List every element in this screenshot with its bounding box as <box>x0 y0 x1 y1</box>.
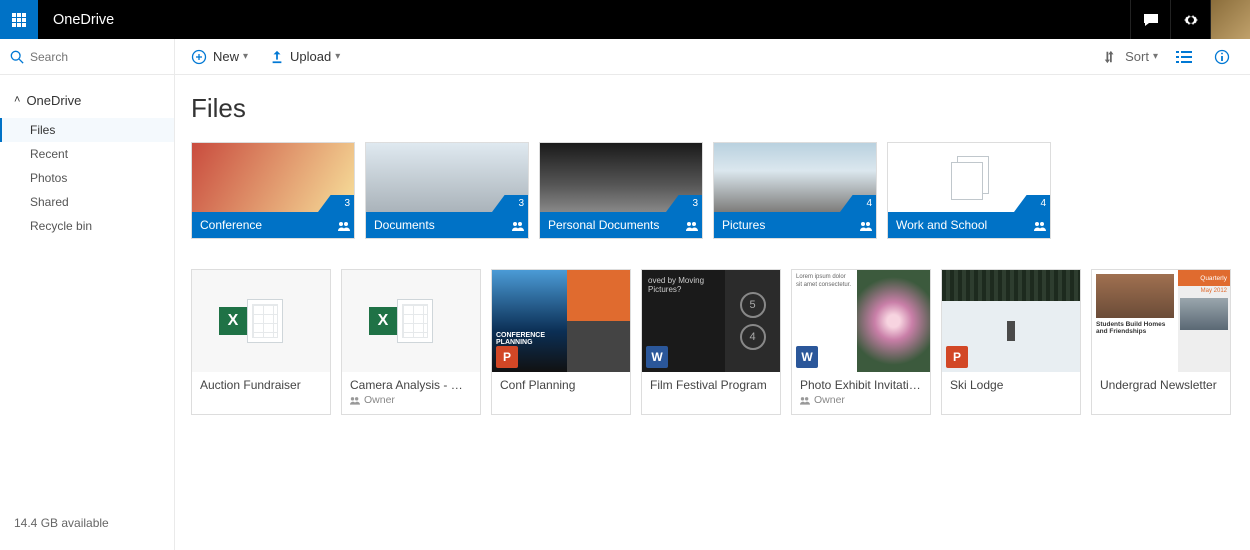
shared-icon <box>686 221 698 234</box>
new-button[interactable]: New ▾ <box>191 49 248 65</box>
sidebar-item-recycle-bin[interactable]: Recycle bin <box>0 214 174 238</box>
word-badge-icon: W <box>796 346 818 368</box>
info-button[interactable] <box>1214 49 1234 65</box>
sidebar-item-label: Recycle bin <box>30 219 92 233</box>
file-tile[interactable]: P Conf Planning <box>491 269 631 415</box>
sidebar-item-photos[interactable]: Photos <box>0 166 174 190</box>
page-title: Files <box>191 93 1234 124</box>
upload-button[interactable]: Upload ▾ <box>270 49 340 64</box>
file-owner: Owner <box>350 394 472 406</box>
folder-tile[interactable]: Work and School4 <box>887 142 1051 239</box>
chevron-down-icon: ▾ <box>335 51 340 62</box>
file-thumbnail: P <box>942 270 1080 372</box>
documents-icon <box>949 156 989 200</box>
shared-icon <box>860 221 872 234</box>
folder-tile[interactable]: Personal Documents3 <box>539 142 703 239</box>
sidebar-item-label: Files <box>30 123 55 137</box>
powerpoint-badge-icon: P <box>496 346 518 368</box>
people-icon <box>350 396 360 405</box>
folder-name: Personal Documents <box>548 218 659 232</box>
file-name: Auction Fundraiser <box>200 378 322 392</box>
chevron-up-icon: ˄ <box>14 94 20 106</box>
sort-label: Sort <box>1125 49 1149 64</box>
folder-name: Conference <box>200 218 262 232</box>
folder-tile[interactable]: Conference3 <box>191 142 355 239</box>
nav-root-onedrive[interactable]: ˄ OneDrive <box>0 87 174 114</box>
sidebar-item-label: Photos <box>30 171 67 185</box>
shared-icon <box>1034 221 1046 234</box>
sidebar-item-label: Shared <box>30 195 69 209</box>
app-launcher-button[interactable] <box>0 0 38 39</box>
sort-icon <box>1103 50 1117 64</box>
chevron-down-icon: ▾ <box>243 51 248 62</box>
file-thumbnail: oved by Moving Pictures?54W <box>642 270 780 372</box>
folder-tile[interactable]: Pictures4 <box>713 142 877 239</box>
file-owner: Owner <box>800 394 922 406</box>
file-tile[interactable]: P Ski Lodge <box>941 269 1081 415</box>
file-tile[interactable]: Students Build Homes and FriendshipsQuar… <box>1091 269 1231 415</box>
file-name: Conf Planning <box>500 378 622 392</box>
excel-icon: X <box>231 291 291 351</box>
sidebar-item-recent[interactable]: Recent <box>0 142 174 166</box>
file-thumbnail: Students Build Homes and FriendshipsQuar… <box>1092 270 1230 372</box>
new-label: New <box>213 49 239 64</box>
file-name: Ski Lodge <box>950 378 1072 392</box>
view-toggle-button[interactable] <box>1176 50 1196 64</box>
search-icon <box>10 50 24 64</box>
app-brand: OneDrive <box>53 12 114 28</box>
shared-icon <box>338 221 350 234</box>
shared-icon <box>512 221 524 234</box>
settings-button[interactable] <box>1170 0 1210 39</box>
file-tile[interactable]: Lorem ipsum dolor sit amet consectetur.W… <box>791 269 931 415</box>
word-badge-icon: W <box>646 346 668 368</box>
file-name: Photo Exhibit Invitation <box>800 378 922 392</box>
people-icon <box>800 396 810 405</box>
file-tile[interactable]: oved by Moving Pictures?54W Film Festival… <box>641 269 781 415</box>
sort-button[interactable]: Sort ▾ <box>1103 49 1158 64</box>
upload-label: Upload <box>290 49 331 64</box>
file-thumbnail: X <box>342 270 480 372</box>
plus-circle-icon <box>191 49 207 65</box>
messages-button[interactable] <box>1130 0 1170 39</box>
file-name: Film Festival Program <box>650 378 772 392</box>
sidebar-item-label: Recent <box>30 147 68 161</box>
sidebar-item-shared[interactable]: Shared <box>0 190 174 214</box>
file-thumbnail: X <box>192 270 330 372</box>
search-input[interactable] <box>30 50 150 64</box>
excel-icon: X <box>381 291 441 351</box>
sidebar-item-files[interactable]: Files <box>0 118 174 142</box>
nav-root-label: OneDrive <box>26 93 81 108</box>
file-name: Camera Analysis - Gen… <box>350 378 472 392</box>
upload-icon <box>270 50 284 64</box>
powerpoint-badge-icon: P <box>946 346 968 368</box>
folder-name: Work and School <box>896 218 987 232</box>
folder-tile[interactable]: Documents3 <box>365 142 529 239</box>
chevron-down-icon: ▾ <box>1153 51 1158 62</box>
file-thumbnail: P <box>492 270 630 372</box>
file-thumbnail: Lorem ipsum dolor sit amet consectetur.W <box>792 270 930 372</box>
info-icon <box>1214 49 1230 65</box>
user-avatar[interactable] <box>1210 0 1250 39</box>
folder-name: Pictures <box>722 218 765 232</box>
list-view-icon <box>1176 50 1192 64</box>
gear-icon <box>1183 12 1199 28</box>
file-name: Undergrad Newsletter <box>1100 378 1222 392</box>
file-tile[interactable]: X Auction Fundraiser <box>191 269 331 415</box>
storage-available: 14.4 GB available <box>0 516 174 550</box>
chat-icon <box>1143 12 1159 28</box>
file-tile[interactable]: X Camera Analysis - Gen… Owner <box>341 269 481 415</box>
folder-name: Documents <box>374 218 435 232</box>
waffle-icon <box>12 13 26 27</box>
